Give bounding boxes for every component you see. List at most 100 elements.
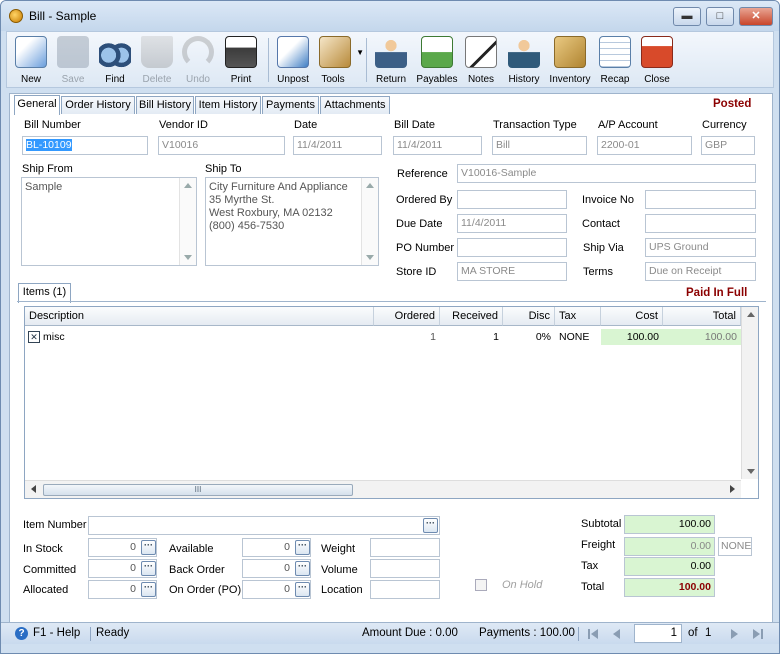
scroll-thumb[interactable]: III [43,484,353,496]
recap-button[interactable]: Recap [593,34,637,86]
committed-lookup-button[interactable]: ··· [141,561,156,576]
history-button[interactable]: History [501,34,547,86]
column-header-disc[interactable]: Disc [503,307,555,326]
back-order-lookup-button[interactable]: ··· [295,561,310,576]
inventory-button[interactable]: Inventory [547,34,593,86]
item-number-field[interactable] [88,516,440,535]
find-button[interactable]: Find [93,34,137,86]
ship-to-field[interactable]: City Furniture And Appliance 35 Myrthe S… [205,177,379,266]
next-page-button[interactable] [725,626,743,642]
recap-sheet-icon [599,36,631,68]
print-button[interactable]: Print [219,34,263,86]
on-order-lookup-button[interactable]: ··· [295,582,310,597]
scroll-down-icon [366,255,374,260]
page-number-input[interactable]: 1 [634,624,682,643]
posted-status: Posted [713,98,752,110]
weight-field[interactable] [370,538,440,557]
on-hold-checkbox[interactable] [475,579,487,591]
item-number-lookup-button[interactable]: ··· [423,518,438,533]
freight-field[interactable]: 0.00 [624,537,715,556]
items-vertical-scrollbar[interactable] [741,307,758,479]
notes-pen-icon [465,36,497,68]
items-horizontal-scrollbar[interactable]: III [25,480,741,498]
store-id-field[interactable]: MA STORE [457,262,567,281]
due-date-field[interactable]: 11/4/2011 [457,214,567,233]
bill-number-field[interactable]: BL-10109 [22,136,148,155]
last-page-button[interactable] [749,626,767,642]
allocated-lookup-button[interactable]: ··· [141,582,156,597]
column-header-cost[interactable]: Cost [601,307,663,326]
column-header-total[interactable]: Total [663,307,741,326]
ship-from-scrollbar[interactable] [179,178,196,265]
close-button[interactable]: Close [637,34,677,86]
help-link[interactable]: F1 - Help [33,627,80,639]
unpost-button[interactable]: Unpost [272,34,314,86]
maximize-button[interactable]: □ [706,7,734,26]
po-number-label: PO Number [396,242,455,254]
cell-ordered[interactable]: 1 [374,329,440,345]
ship-via-field[interactable]: UPS Ground [645,238,756,257]
bill-date-field[interactable]: 11/4/2011 [393,136,482,155]
unpost-icon [277,36,309,68]
window-title: Bill - Sample [29,9,97,23]
total-field[interactable]: 100.00 [624,578,715,597]
ordered-by-field[interactable] [457,190,567,209]
weight-label: Weight [321,543,356,555]
cell-disc[interactable]: 0% [503,329,555,345]
notes-button[interactable]: Notes [461,34,501,86]
column-header-tax[interactable]: Tax [555,307,601,326]
delete-button[interactable]: Delete [137,34,177,86]
cell-cost[interactable]: 100.00 [601,329,663,345]
tab-order-history[interactable]: Order History [61,96,135,114]
currency-field[interactable]: GBP [701,136,755,155]
return-button[interactable]: Return [369,34,413,86]
vendor-id-field[interactable]: V10016 [158,136,285,155]
location-field[interactable] [370,580,440,599]
column-header-received[interactable]: Received [440,307,503,326]
minimize-button[interactable]: ▬ [673,7,701,26]
tools-icon [319,36,351,68]
ship-to-scrollbar[interactable] [361,178,378,265]
amount-due: Amount Due : 0.00 [362,627,458,639]
invoice-no-field[interactable] [645,190,756,209]
contact-field[interactable] [645,214,756,233]
tab-item-history[interactable]: Item History [195,96,261,114]
in-stock-lookup-button[interactable]: ··· [141,540,156,555]
new-button[interactable]: New [9,34,53,86]
freight-tax-field[interactable]: NONE [718,537,752,556]
subtotal-field[interactable]: 100.00 [624,515,715,534]
volume-field[interactable] [370,559,440,578]
tab-payments[interactable]: Payments [262,96,319,114]
tools-button[interactable]: ▼ Tools [314,34,364,86]
save-button[interactable]: Save [53,34,93,86]
tab-general[interactable]: General [14,95,60,115]
cell-description[interactable]: misc [39,329,359,345]
location-label: Location [321,584,363,596]
column-header-description[interactable]: Description [25,307,374,326]
undo-button[interactable]: Undo [177,34,219,86]
reference-field[interactable]: V10016-Sample [457,164,756,183]
transaction-type-field[interactable]: Bill [492,136,587,155]
column-header-ordered[interactable]: Ordered [374,307,440,326]
tab-attachments[interactable]: Attachments [320,96,390,114]
po-number-field[interactable] [457,238,567,257]
scroll-left-icon [31,485,36,493]
available-lookup-button[interactable]: ··· [295,540,310,555]
invoice-no-label: Invoice No [582,194,634,206]
ship-from-field[interactable]: Sample [21,177,197,266]
terms-field[interactable]: Due on Receipt [645,262,756,281]
first-page-button[interactable] [586,626,604,642]
close-window-button[interactable]: ✕ [739,7,773,26]
ap-account-field[interactable]: 2200-01 [597,136,692,155]
tab-items[interactable]: Items (1) [18,283,71,303]
payables-button[interactable]: Payables [413,34,461,86]
tax-field[interactable]: 0.00 [624,557,715,576]
cell-total[interactable]: 100.00 [663,329,741,345]
tab-bill-history[interactable]: Bill History [136,96,194,114]
date-field[interactable]: 11/4/2011 [293,136,382,155]
prev-page-button[interactable] [608,626,626,642]
cell-tax[interactable]: NONE [555,329,601,345]
toolbar-separator [366,38,367,82]
cell-received[interactable]: 1 [440,329,503,345]
first-page-icon [588,629,590,639]
